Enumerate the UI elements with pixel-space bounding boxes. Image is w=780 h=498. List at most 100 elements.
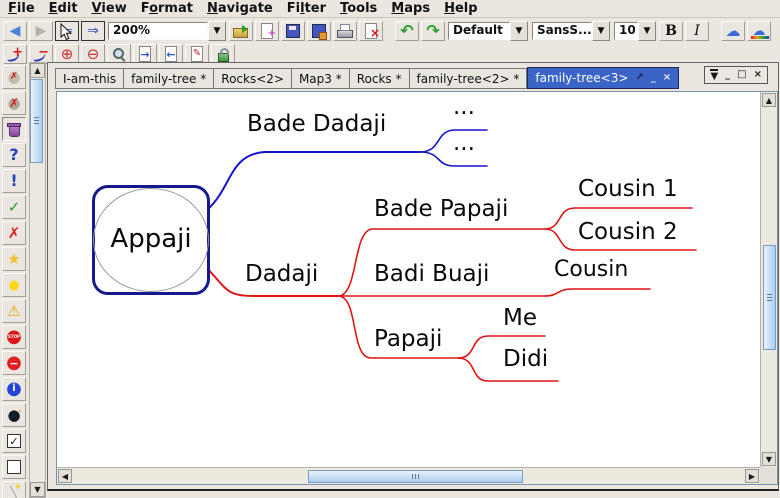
italic-button[interactable]: I: [685, 21, 709, 41]
tab-rocks[interactable]: Rocks *: [350, 68, 410, 89]
node-papaji[interactable]: Papaji: [374, 326, 442, 352]
map-canvas[interactable]: Appaji Bade Dadaji...... Bade Papaji Cousi…: [57, 92, 760, 467]
close-window-button[interactable]: ×: [754, 70, 762, 80]
chevron-down-icon[interactable]: ▼: [510, 21, 528, 41]
scroll-up-arrow-icon[interactable]: ▲: [30, 63, 45, 78]
node-cousin[interactable]: Cousin: [554, 257, 628, 282]
node-bade-dadaji[interactable]: Bade Dadaji: [247, 111, 386, 137]
menu-help[interactable]: Help: [440, 1, 488, 16]
save-map-button[interactable]: [281, 21, 305, 41]
font-size-select[interactable]: 10▼: [614, 21, 656, 41]
icon-star[interactable]: ★: [2, 247, 26, 271]
tab-family-tree[interactable]: family-tree *: [124, 68, 214, 89]
icon-unchecked[interactable]: [2, 455, 26, 479]
cloud-button[interactable]: ☁: [721, 21, 745, 41]
menu-tools[interactable]: Tools: [336, 1, 387, 16]
menu-maps[interactable]: Maps: [387, 1, 440, 16]
scroll-left-arrow-icon[interactable]: ◀: [58, 469, 72, 483]
next-map-button[interactable]: ⇒: [81, 21, 105, 41]
back-link-button[interactable]: ←: [159, 44, 183, 64]
cloud-color-button[interactable]: ☁: [747, 21, 771, 41]
node-dots-2[interactable]: ...: [453, 130, 475, 156]
node-dots-1[interactable]: ...: [453, 94, 475, 120]
redo-button[interactable]: ↷: [421, 21, 445, 41]
chevron-down-icon[interactable]: ▼: [592, 21, 610, 41]
history-forward-button[interactable]: ▶: [29, 21, 53, 41]
bold-button[interactable]: B: [659, 21, 683, 41]
find-button[interactable]: [107, 44, 131, 64]
icon-not-ok[interactable]: ✗: [2, 221, 26, 245]
remove-node-button[interactable]: −: [29, 44, 53, 64]
menu-edit[interactable]: Edit: [45, 1, 88, 16]
tab-map3[interactable]: Map3 *: [292, 68, 350, 89]
icon-checked[interactable]: ✓: [2, 429, 26, 453]
scroll-down-arrow-icon[interactable]: ▼: [762, 452, 776, 466]
menu-file[interactable]: File: [4, 1, 45, 16]
icon-info[interactable]: ●i: [2, 377, 26, 401]
trash-icon-button[interactable]: [2, 117, 26, 141]
vertical-scrollbar[interactable]: ▲ ▼: [760, 92, 777, 467]
menu-filter[interactable]: Filter: [283, 1, 336, 16]
node-cousin-1[interactable]: Cousin 1: [578, 176, 678, 202]
fold-all-button[interactable]: ⊖: [81, 44, 105, 64]
zoom-select[interactable]: 200%▼: [108, 21, 226, 41]
scroll-right-arrow-icon[interactable]: ▶: [745, 469, 759, 483]
node-dadaji[interactable]: Dadaji: [245, 261, 318, 287]
node-bade-papaji[interactable]: Bade Papaji: [374, 196, 508, 222]
menu-view[interactable]: View: [88, 1, 137, 16]
follow-link-button[interactable]: →: [133, 44, 157, 64]
menu-navigate[interactable]: Navigate: [203, 1, 283, 16]
node-didi[interactable]: Didi: [503, 346, 548, 372]
horizontal-scrollbar[interactable]: ◀ ▶: [57, 467, 760, 484]
new-child-node-button[interactable]: +: [3, 44, 27, 64]
history-forward-glyph: ▶: [36, 24, 47, 38]
icon-wand[interactable]: ╲★: [2, 481, 26, 498]
restore-window-icon[interactable]: ↗: [635, 73, 643, 83]
font-family-select[interactable]: SansS...▼: [532, 21, 610, 41]
history-back-button[interactable]: ◀: [3, 21, 27, 41]
icon-warning[interactable]: ⚠: [2, 299, 26, 323]
remove-node-overlay: −: [30, 45, 52, 63]
menu-format[interactable]: Format: [137, 1, 203, 16]
style-select[interactable]: Default▼: [448, 21, 528, 41]
scroll-up-arrow-icon[interactable]: ▲: [762, 93, 776, 107]
window-menu-icon[interactable]: ▼: [710, 69, 718, 82]
horizontal-scroll-thumb[interactable]: [308, 470, 523, 483]
node-me[interactable]: Me: [503, 305, 537, 331]
icon-ok[interactable]: ✓: [2, 195, 26, 219]
remove-all-icons-button[interactable]: ●✗: [2, 91, 26, 115]
minimize-window-button[interactable]: _: [725, 70, 730, 80]
chevron-down-icon[interactable]: ▼: [208, 21, 226, 41]
icon-idea[interactable]: ●: [2, 273, 26, 297]
vertical-scroll-thumb[interactable]: [763, 245, 776, 350]
icon-prohibited[interactable]: ●−: [2, 351, 26, 375]
node-cousin-2[interactable]: Cousin 2: [578, 219, 678, 245]
chevron-down-icon[interactable]: ▼: [638, 21, 656, 41]
icon-important[interactable]: !: [2, 169, 26, 193]
new-map-button[interactable]: +: [255, 21, 279, 41]
restore-window-button[interactable]: □: [737, 70, 746, 80]
open-map-button[interactable]: [229, 21, 253, 41]
tab-family-tree-3[interactable]: family-tree<3>↗_×: [527, 67, 679, 89]
unfold-all-button[interactable]: ⊕: [55, 44, 79, 64]
icon-toolbar-scrollbar[interactable]: ▲ ▼: [29, 62, 46, 498]
icon-stop[interactable]: ●STOP: [2, 325, 26, 349]
node-badi-buaji[interactable]: Badi Buaji: [374, 261, 489, 287]
close-window-icon[interactable]: ×: [663, 73, 671, 83]
minimize-window-icon[interactable]: _: [651, 73, 656, 83]
close-map-button[interactable]: ×: [359, 21, 383, 41]
icon-toolbar-scroll-thumb[interactable]: [30, 79, 43, 163]
print-button[interactable]: [333, 21, 357, 41]
tab-rocks-2[interactable]: Rocks<2>: [214, 68, 292, 89]
tab-family-tree-2[interactable]: family-tree<2> *: [410, 68, 528, 89]
icon-help[interactable]: ?: [2, 143, 26, 167]
remove-last-icon-button[interactable]: ●✗: [2, 65, 26, 89]
edit-link-button[interactable]: ✎: [185, 44, 209, 64]
lock-button[interactable]: [211, 44, 235, 64]
root-node-appaji[interactable]: Appaji: [92, 185, 210, 295]
save-as-button[interactable]: [307, 21, 331, 41]
undo-button[interactable]: ↶: [395, 21, 419, 41]
scroll-down-arrow-icon[interactable]: ▼: [30, 482, 45, 497]
icon-bomb[interactable]: ●·: [2, 403, 26, 427]
tab-i-am-this[interactable]: I-am-this: [55, 68, 124, 89]
